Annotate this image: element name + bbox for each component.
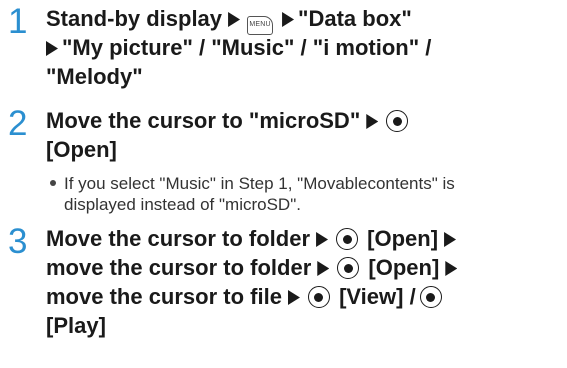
step-text: Stand-by display: [46, 6, 223, 31]
center-key-icon: [337, 257, 360, 279]
step-1-line-3: "Melody": [46, 64, 143, 90]
step-number: 3: [8, 222, 28, 261]
step-3-line-1: Move the cursor to folder [Open]: [46, 226, 460, 252]
step-number: 1: [8, 2, 28, 41]
step-text: move the cursor to file: [46, 284, 282, 309]
arrow-right-icon: [228, 12, 241, 27]
arrow-right-icon: [317, 261, 330, 276]
step-text: "My picture" / "Music" / "i motion" /: [62, 35, 432, 60]
arrow-right-icon: [445, 261, 458, 276]
step-2-line-1: Move the cursor to "microSD": [46, 108, 411, 134]
step-3-line-3: move the cursor to file [View] /: [46, 284, 445, 310]
step-text: move the cursor to folder: [46, 255, 312, 280]
step-text: "Data box": [298, 6, 412, 31]
step-text: [Open]: [367, 226, 439, 251]
arrow-right-icon: [316, 232, 329, 247]
center-key-icon: [307, 286, 330, 308]
note-text: If you select "Music" in Step 1, "Movabl…: [64, 174, 455, 193]
step-2-line-2: [Open]: [46, 137, 117, 163]
note-text: displayed instead of "microSD".: [64, 195, 301, 214]
arrow-right-icon: [46, 41, 58, 56]
arrow-right-icon: [282, 12, 295, 27]
step-text: Move the cursor to folder: [46, 226, 311, 251]
menu-key-icon: MENU: [247, 16, 274, 35]
step-text: [View] /: [339, 284, 416, 309]
step-2-note-line-1: If you select "Music" in Step 1, "Movabl…: [50, 173, 455, 194]
step-3-line-4: [Play]: [46, 313, 106, 339]
step-2-note-line-2: displayed instead of "microSD".: [64, 194, 301, 215]
step-3-line-2: move the cursor to folder [Open]: [46, 255, 461, 281]
step-text: [Play]: [46, 313, 106, 338]
step-text: [Open]: [46, 137, 117, 162]
step-text: "Melody": [46, 64, 143, 89]
arrow-right-icon: [444, 232, 457, 247]
center-key-icon: [336, 228, 359, 250]
step-text: Move the cursor to "microSD": [46, 108, 361, 133]
step-1-line-1: Stand-by display MENU "Data box": [46, 6, 412, 35]
step-text: [Open]: [368, 255, 440, 280]
step-1-line-2: "My picture" / "Music" / "i motion" /: [46, 35, 431, 61]
center-key-icon: [386, 110, 409, 132]
center-key-icon: [419, 286, 442, 308]
bullet-icon: [50, 180, 56, 186]
arrow-right-icon: [366, 114, 379, 129]
arrow-right-icon: [287, 290, 300, 305]
step-number: 2: [8, 104, 28, 143]
